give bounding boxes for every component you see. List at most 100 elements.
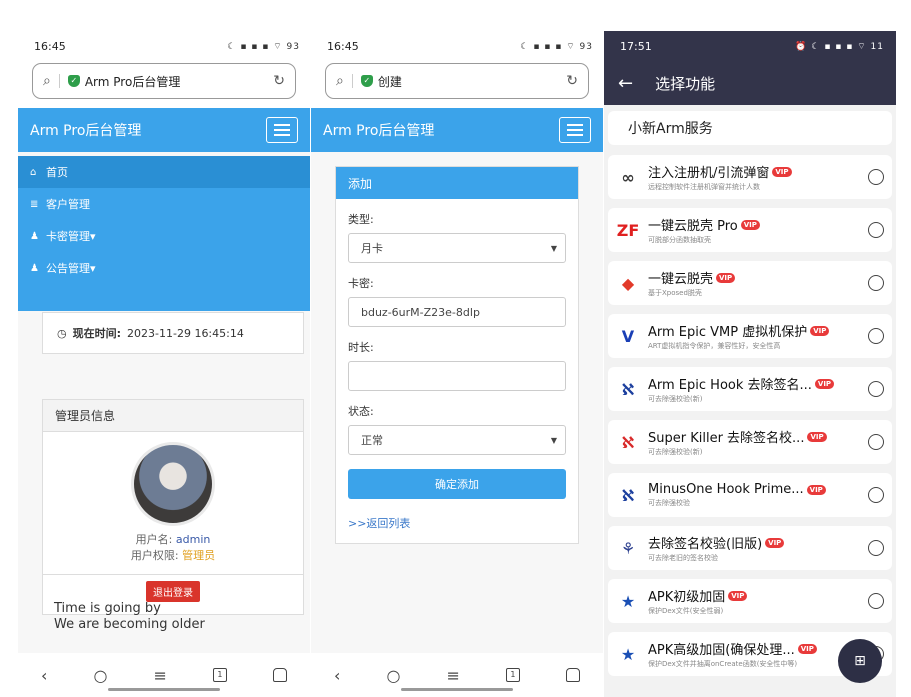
radio-button[interactable] [868,169,884,185]
feature-row[interactable]: V Arm Epic VMP 虚拟机保护 VIP ART虚拟机指令保护，兼容性好，安全… [608,314,892,358]
key-label: 卡密: [348,277,374,290]
address-bar[interactable]: ⌕ ✓ Arm Pro后台管理 ↻ [32,63,296,99]
site-header: Arm Pro后台管理 [18,108,310,152]
feature-title-row: Arm Epic Hook 去除签名... VIP [648,374,862,393]
search-icon[interactable]: ⌕ [43,73,51,89]
menu-toggle-button[interactable] [266,117,298,143]
feature-title-row: Super Killer 去除签名校... VIP [648,427,862,446]
home-icon: ⌂ [30,166,37,178]
vip-badge: VIP [810,325,830,336]
feature-row[interactable]: ◆ 一键云脱壳 VIP 基于Xposed脱壳 [608,261,892,305]
address-bar[interactable]: ⌕ ✓ 创建 ↻ [325,63,589,99]
page-content: 添加 类型: 月卡 ▼ 卡密: bduz-6urM-Z23e-8dlp 时长: … [311,152,603,653]
arrow-left-icon[interactable]: ← [618,73,633,94]
tabs-icon[interactable]: 1 [212,668,227,682]
status-icons: ☾ ▪ ▪ ▪ ⌔ 93 [227,41,300,52]
feature-text: MinusOne Hook Prime... VIP 可去除强校验 [648,482,862,508]
vip-badge: VIP [806,484,826,495]
footer-quote: Time is going by We are becoming older [54,601,205,633]
search-icon[interactable]: ○ [386,666,400,685]
feature-title-row: 一键云脱壳 VIP [648,268,862,287]
quote-line: We are becoming older [54,617,205,632]
url-text[interactable]: Arm Pro后台管理 [85,73,180,90]
feature-title: MinusOne Hook Prime... [648,482,804,497]
radio-button[interactable] [868,381,884,397]
feature-text: Super Killer 去除签名校... VIP 可去除强校验(新) [648,427,862,457]
vip-badge: VIP [814,378,835,389]
feature-subtitle: 基于Xposed脱壳 [648,289,702,297]
nav-item-customers[interactable]: ≣ 客户管理 [18,188,310,220]
status-bar: 17:51 ⏰ ☾ ▪ ▪ ▪ ⌔ 11 [604,31,896,61]
feature-icon: ★ [620,644,636,664]
key-input[interactable]: bduz-6urM-Z23e-8dlp [348,297,566,327]
floating-action-button[interactable]: ⊞ [838,639,882,683]
gesture-bar[interactable] [108,688,220,691]
url-text[interactable]: 创建 [378,73,402,90]
radio-button[interactable] [868,222,884,238]
feature-icon: ★ [620,591,636,611]
nav-item-label: 公告管理▾ [46,262,96,275]
reload-icon[interactable]: ↻ [566,73,578,89]
radio-button[interactable] [868,487,884,503]
feature-row[interactable]: ★ APK初级加固 VIP 保护Dex文件(安全性弱) [608,579,892,623]
tabs-icon[interactable]: 1 [505,668,520,682]
feature-icon: ℵ [621,379,635,399]
feature-row[interactable]: ZF 一键云脱壳 Pro VIP 可脱部分函数抽取壳 [608,208,892,252]
back-icon[interactable]: ‹ [41,666,47,685]
radio-button[interactable] [868,593,884,609]
feature-icon: ℵ [621,432,635,452]
type-select[interactable]: 月卡 ▼ [348,233,566,263]
feature-row[interactable]: ℵ MinusOne Hook Prime... VIP 可去除强校验 [608,473,892,517]
type-value: 月卡 [361,242,383,255]
feature-row[interactable]: ℵ Arm Epic Hook 去除签名... VIP 可去除强校验(新) [608,367,892,411]
menu-icon[interactable]: ≡ [153,666,166,685]
radio-button[interactable] [868,434,884,450]
home-icon[interactable] [565,668,580,682]
feature-subtitle: ART虚拟机指令保护，兼容性好，安全性高 [648,342,781,350]
feature-row[interactable]: ⚘ 去除签名校验(旧版) VIP 可去除老旧的签名校验 [608,526,892,570]
feature-text: APK高级加固(确保处理... VIP 保护Dex文件并抽离onCreate函数(安… [648,639,862,669]
feature-title-row: 注入注册机/引流弹窗 VIP [648,162,862,181]
clock-icon: ◷ [57,326,67,340]
feature-title: 去除签名校验(旧版) [648,537,763,552]
feature-row[interactable]: ∞ 注入注册机/引流弹窗 VIP 远程控制软件注册机弹窗并统计人数 [608,155,892,199]
chevron-down-icon: ▼ [550,435,557,445]
service-name[interactable]: 小新Arm服务 [608,111,892,145]
feature-subtitle: 可脱部分函数抽取壳 [648,236,711,244]
menu-icon[interactable]: ≡ [446,666,459,685]
state-select[interactable]: 正常 ▼ [348,425,566,455]
feature-row[interactable]: ℵ Super Killer 去除签名校... VIP 可去除强校验(新) [608,420,892,464]
reload-icon[interactable]: ↻ [273,73,285,89]
radio-button[interactable] [868,540,884,556]
feature-text: Arm Epic Hook 去除签名... VIP 可去除强校验(新) [648,374,862,404]
feature-list: ∞ 注入注册机/引流弹窗 VIP 远程控制软件注册机弹窗并统计人数 ZF 一键云脱壳 Pr… [604,155,896,676]
logout-button[interactable]: 退出登录 [146,581,200,602]
site-title[interactable]: Arm Pro后台管理 [30,120,141,140]
feature-title: Arm Epic Hook 去除签名... [648,378,812,393]
duration-input[interactable] [348,361,566,391]
admin-details: 用户名: admin 用户权限: 管理员 [43,532,303,564]
search-icon[interactable]: ○ [93,666,107,685]
chevron-down-icon: ▼ [550,243,557,253]
feature-icon: ∞ [621,167,635,187]
radio-button[interactable] [868,328,884,344]
back-icon[interactable]: ‹ [334,666,340,685]
status-bar: 16:45 ☾ ▪ ▪ ▪ ⌔ 93 [18,31,310,61]
feature-title-row: Arm Epic VMP 虚拟机保护 VIP [648,321,862,340]
feature-subtitle: 可去除强校验(新) [648,448,703,456]
back-to-list-link[interactable]: >>返回列表 [348,515,578,531]
nav-dropdown: ⌂ 首页 ≣ 客户管理 ♟ 卡密管理▾ ♟ 公告管理▾ [18,156,310,311]
nav-item-keys[interactable]: ♟ 卡密管理▾ [18,220,310,252]
menu-toggle-button[interactable] [559,117,591,143]
feature-icon: V [621,326,635,346]
feature-icon: ℵ [621,485,635,505]
site-title[interactable]: Arm Pro后台管理 [323,120,434,140]
submit-button[interactable]: 确定添加 [348,469,566,499]
home-icon[interactable] [272,668,287,682]
search-icon[interactable]: ⌕ [336,73,344,89]
gesture-bar[interactable] [401,688,513,691]
radio-button[interactable] [868,275,884,291]
nav-item-home[interactable]: ⌂ 首页 [18,156,310,188]
feature-title: Arm Epic VMP 虚拟机保护 [648,325,808,340]
nav-item-announcements[interactable]: ♟ 公告管理▾ [18,252,310,284]
